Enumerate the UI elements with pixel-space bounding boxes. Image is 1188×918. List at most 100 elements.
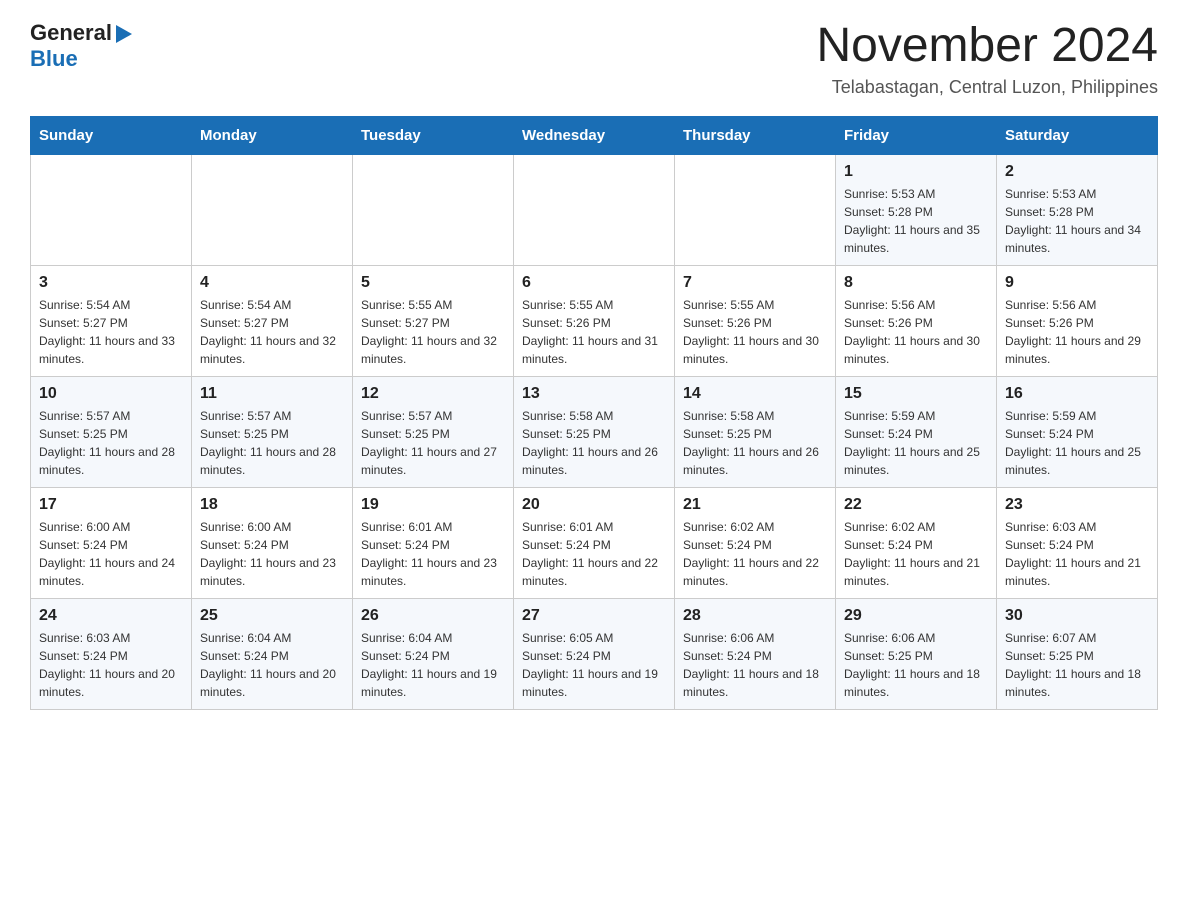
day-number: 25 — [200, 607, 344, 625]
day-number: 23 — [1005, 496, 1149, 514]
day-number: 29 — [844, 607, 988, 625]
day-detail: Sunrise: 5:53 AM Sunset: 5:28 PM Dayligh… — [844, 185, 988, 257]
day-number: 28 — [683, 607, 827, 625]
calendar-cell: 30 Sunrise: 6:07 AM Sunset: 5:25 PM Dayli… — [997, 598, 1158, 709]
calendar-cell: 4 Sunrise: 5:54 AM Sunset: 5:27 PM Daylig… — [192, 265, 353, 376]
day-detail: Sunrise: 6:00 AM Sunset: 5:24 PM Dayligh… — [200, 518, 344, 590]
calendar-cell: 19Sunrise: 6:01 AM Sunset: 5:24 PM Dayli… — [353, 487, 514, 598]
day-detail: Sunrise: 6:02 AM Sunset: 5:24 PM Dayligh… — [844, 518, 988, 590]
day-number: 7 — [683, 274, 827, 292]
calendar-body: 1Sunrise: 5:53 AM Sunset: 5:28 PM Daylig… — [31, 154, 1158, 709]
header-thursday: Thursday — [675, 116, 836, 154]
day-detail: Sunrise: 5:57 AM Sunset: 5:25 PM Dayligh… — [361, 407, 505, 479]
month-title: November 2024 — [816, 20, 1158, 73]
day-number: 21 — [683, 496, 827, 514]
calendar-cell: 29Sunrise: 6:06 AM Sunset: 5:25 PM Dayli… — [836, 598, 997, 709]
day-detail: Sunrise: 5:57 AM Sunset: 5:25 PM Dayligh… — [39, 407, 183, 479]
calendar-cell: 21 Sunrise: 6:02 AM Sunset: 5:24 PM Dayli… — [675, 487, 836, 598]
day-number: 5 — [361, 274, 505, 292]
calendar-cell: 13 Sunrise: 5:58 AM Sunset: 5:25 PM Dayli… — [514, 376, 675, 487]
day-detail: Sunrise: 5:57 AM Sunset: 5:25 PM Dayligh… — [200, 407, 344, 479]
calendar-header-row: Sunday Monday Tuesday Wednesday Thursday… — [31, 116, 1158, 154]
day-detail: Sunrise: 5:59 AM Sunset: 5:24 PM Dayligh… — [1005, 407, 1149, 479]
calendar-cell: 1Sunrise: 5:53 AM Sunset: 5:28 PM Daylig… — [836, 154, 997, 265]
day-detail: Sunrise: 5:54 AM Sunset: 5:27 PM Dayligh… — [200, 296, 344, 368]
header-saturday: Saturday — [997, 116, 1158, 154]
calendar-week-row: 17 Sunrise: 6:00 AM Sunset: 5:24 PM Dayli… — [31, 487, 1158, 598]
calendar-cell: 17 Sunrise: 6:00 AM Sunset: 5:24 PM Dayli… — [31, 487, 192, 598]
day-detail: Sunrise: 5:55 AM Sunset: 5:27 PM Dayligh… — [361, 296, 505, 368]
day-number: 30 — [1005, 607, 1149, 625]
day-detail: Sunrise: 5:54 AM Sunset: 5:27 PM Dayligh… — [39, 296, 183, 368]
calendar-cell: 28 Sunrise: 6:06 AM Sunset: 5:24 PM Dayli… — [675, 598, 836, 709]
calendar-cell: 3 Sunrise: 5:54 AM Sunset: 5:27 PM Daylig… — [31, 265, 192, 376]
page-header: General Blue November 2024 Telabastagan,… — [30, 20, 1158, 98]
logo-triangle-icon — [116, 25, 132, 43]
calendar-cell — [353, 154, 514, 265]
day-detail: Sunrise: 6:07 AM Sunset: 5:25 PM Dayligh… — [1005, 629, 1149, 701]
header-wednesday: Wednesday — [514, 116, 675, 154]
header-monday: Monday — [192, 116, 353, 154]
calendar-cell: 9 Sunrise: 5:56 AM Sunset: 5:26 PM Daylig… — [997, 265, 1158, 376]
day-detail: Sunrise: 5:58 AM Sunset: 5:25 PM Dayligh… — [522, 407, 666, 479]
calendar-cell: 22 Sunrise: 6:02 AM Sunset: 5:24 PM Dayli… — [836, 487, 997, 598]
calendar-week-row: 10Sunrise: 5:57 AM Sunset: 5:25 PM Dayli… — [31, 376, 1158, 487]
day-detail: Sunrise: 6:05 AM Sunset: 5:24 PM Dayligh… — [522, 629, 666, 701]
calendar-cell: 26 Sunrise: 6:04 AM Sunset: 5:24 PM Dayli… — [353, 598, 514, 709]
header-friday: Friday — [836, 116, 997, 154]
day-number: 15 — [844, 385, 988, 403]
calendar-cell: 8Sunrise: 5:56 AM Sunset: 5:26 PM Daylig… — [836, 265, 997, 376]
calendar-cell: 23 Sunrise: 6:03 AM Sunset: 5:24 PM Dayli… — [997, 487, 1158, 598]
calendar-cell: 6Sunrise: 5:55 AM Sunset: 5:26 PM Daylig… — [514, 265, 675, 376]
day-number: 3 — [39, 274, 183, 292]
day-detail: Sunrise: 6:03 AM Sunset: 5:24 PM Dayligh… — [39, 629, 183, 701]
day-number: 27 — [522, 607, 666, 625]
calendar-cell: 25 Sunrise: 6:04 AM Sunset: 5:24 PM Dayli… — [192, 598, 353, 709]
calendar-cell: 7 Sunrise: 5:55 AM Sunset: 5:26 PM Daylig… — [675, 265, 836, 376]
calendar-week-row: 24Sunrise: 6:03 AM Sunset: 5:24 PM Dayli… — [31, 598, 1158, 709]
day-detail: Sunrise: 5:58 AM Sunset: 5:25 PM Dayligh… — [683, 407, 827, 479]
header-sunday: Sunday — [31, 116, 192, 154]
calendar-cell: 27 Sunrise: 6:05 AM Sunset: 5:24 PM Dayli… — [514, 598, 675, 709]
day-detail: Sunrise: 5:56 AM Sunset: 5:26 PM Dayligh… — [1005, 296, 1149, 368]
header-tuesday: Tuesday — [353, 116, 514, 154]
day-detail: Sunrise: 6:04 AM Sunset: 5:24 PM Dayligh… — [361, 629, 505, 701]
day-number: 22 — [844, 496, 988, 514]
day-detail: Sunrise: 5:55 AM Sunset: 5:26 PM Dayligh… — [683, 296, 827, 368]
calendar-cell — [675, 154, 836, 265]
logo: General Blue — [30, 20, 132, 72]
calendar-cell: 24Sunrise: 6:03 AM Sunset: 5:24 PM Dayli… — [31, 598, 192, 709]
calendar-cell — [192, 154, 353, 265]
calendar-cell: 5 Sunrise: 5:55 AM Sunset: 5:27 PM Daylig… — [353, 265, 514, 376]
day-detail: Sunrise: 6:04 AM Sunset: 5:24 PM Dayligh… — [200, 629, 344, 701]
calendar-cell: 20 Sunrise: 6:01 AM Sunset: 5:24 PM Dayli… — [514, 487, 675, 598]
calendar-cell — [514, 154, 675, 265]
day-number: 20 — [522, 496, 666, 514]
day-detail: Sunrise: 6:03 AM Sunset: 5:24 PM Dayligh… — [1005, 518, 1149, 590]
calendar-cell: 16Sunrise: 5:59 AM Sunset: 5:24 PM Dayli… — [997, 376, 1158, 487]
day-detail: Sunrise: 6:02 AM Sunset: 5:24 PM Dayligh… — [683, 518, 827, 590]
day-number: 11 — [200, 385, 344, 403]
title-section: November 2024 Telabastagan, Central Luzo… — [816, 20, 1158, 98]
day-detail: Sunrise: 6:01 AM Sunset: 5:24 PM Dayligh… — [522, 518, 666, 590]
day-detail: Sunrise: 6:01 AM Sunset: 5:24 PM Dayligh… — [361, 518, 505, 590]
calendar-cell: 14Sunrise: 5:58 AM Sunset: 5:25 PM Dayli… — [675, 376, 836, 487]
logo-blue-text: Blue — [30, 46, 78, 71]
day-number: 4 — [200, 274, 344, 292]
day-detail: Sunrise: 6:06 AM Sunset: 5:24 PM Dayligh… — [683, 629, 827, 701]
day-number: 13 — [522, 385, 666, 403]
day-number: 6 — [522, 274, 666, 292]
day-number: 17 — [39, 496, 183, 514]
calendar-cell: 15 Sunrise: 5:59 AM Sunset: 5:24 PM Dayli… — [836, 376, 997, 487]
day-detail: Sunrise: 5:56 AM Sunset: 5:26 PM Dayligh… — [844, 296, 988, 368]
calendar-cell: 18 Sunrise: 6:00 AM Sunset: 5:24 PM Dayli… — [192, 487, 353, 598]
day-number: 18 — [200, 496, 344, 514]
calendar-cell — [31, 154, 192, 265]
day-number: 26 — [361, 607, 505, 625]
day-number: 12 — [361, 385, 505, 403]
calendar-week-row: 1Sunrise: 5:53 AM Sunset: 5:28 PM Daylig… — [31, 154, 1158, 265]
day-detail: Sunrise: 6:00 AM Sunset: 5:24 PM Dayligh… — [39, 518, 183, 590]
calendar-cell: 2Sunrise: 5:53 AM Sunset: 5:28 PM Daylig… — [997, 154, 1158, 265]
day-number: 9 — [1005, 274, 1149, 292]
day-detail: Sunrise: 5:59 AM Sunset: 5:24 PM Dayligh… — [844, 407, 988, 479]
